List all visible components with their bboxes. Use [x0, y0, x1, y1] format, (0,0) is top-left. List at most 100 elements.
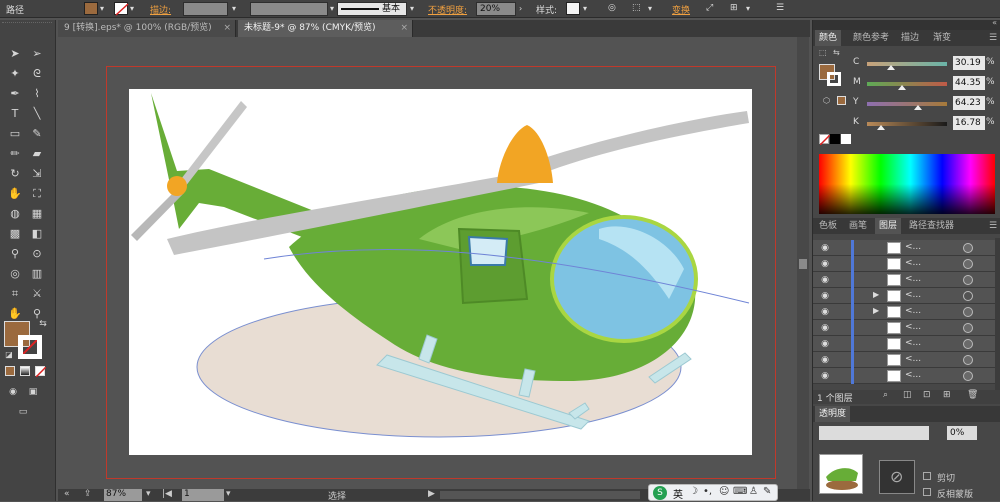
- layer-row[interactable]: ◉ <...: [813, 240, 995, 256]
- tab-color[interactable]: 颜色: [815, 30, 842, 46]
- invert-mask-checkbox[interactable]: [923, 488, 931, 496]
- chevron-down-icon[interactable]: ▾: [130, 3, 140, 15]
- layer-row[interactable]: ◉ <...: [813, 352, 995, 368]
- main-rotor-hub[interactable]: [497, 125, 553, 183]
- slice-tool-icon[interactable]: ⚔: [28, 286, 46, 302]
- tab-document-2[interactable]: 未标题-9* @ 87% (CMYK/预览) ×: [238, 20, 413, 37]
- layer-row[interactable]: ◉ <...: [813, 336, 995, 352]
- layers-scrollbar[interactable]: [995, 238, 1000, 390]
- slider-knob[interactable]: [876, 125, 885, 130]
- grip[interactable]: [2, 22, 52, 26]
- target-circle-icon[interactable]: [963, 371, 973, 381]
- panel-menu-icon[interactable]: ☰: [776, 3, 784, 13]
- align-icon[interactable]: ⬚: [632, 3, 641, 13]
- scale-tool-icon[interactable]: ⇲: [28, 166, 46, 182]
- curvature-icon[interactable]: ⌇: [28, 86, 46, 102]
- lasso-icon[interactable]: ᘓ: [28, 66, 46, 82]
- perspective-grid-icon[interactable]: ▦: [28, 206, 46, 222]
- visibility-eye-icon[interactable]: ◉: [819, 354, 831, 366]
- panel-menu-icon[interactable]: ☰: [985, 30, 1000, 46]
- ime-toolbar[interactable]: S 英 ☽ •, ☺ ⌨ ♙ ✎: [648, 484, 778, 501]
- target-circle-icon[interactable]: [963, 323, 973, 333]
- out-of-gamut-icon[interactable]: ⬡: [823, 96, 830, 105]
- layer-row[interactable]: ◉ <...: [813, 368, 995, 384]
- blend-mode-select[interactable]: [819, 426, 929, 440]
- expand-arrow-icon[interactable]: ▶: [873, 306, 879, 315]
- tail-rotor-blade[interactable]: [131, 189, 184, 241]
- tab-swatches[interactable]: 色板: [815, 218, 841, 234]
- blend-tool-icon[interactable]: ⊙: [28, 246, 46, 262]
- layer-name[interactable]: <...: [905, 354, 921, 364]
- target-circle-icon[interactable]: [963, 355, 973, 365]
- horizontal-scrollbar[interactable]: [440, 491, 640, 499]
- channel-value-field[interactable]: 16.78: [953, 116, 985, 130]
- layer-name[interactable]: <...: [905, 242, 921, 252]
- black-swatch[interactable]: [830, 134, 840, 144]
- stroke-color-box[interactable]: [18, 335, 42, 359]
- screen-mode-icon[interactable]: ▭: [14, 404, 32, 420]
- panel-menu-icon[interactable]: ☰: [985, 218, 1000, 234]
- slider-knob[interactable]: [887, 65, 895, 70]
- channel-slider-c[interactable]: C 30.19%: [853, 56, 1000, 72]
- tab-stroke[interactable]: 描边: [897, 30, 923, 46]
- wrench-icon[interactable]: ✎: [763, 486, 771, 497]
- draw-behind-icon[interactable]: ▣: [24, 384, 42, 400]
- column-graph-icon[interactable]: ▥: [28, 266, 46, 282]
- default-colors-icon[interactable]: ⬚: [819, 48, 827, 57]
- close-icon[interactable]: ×: [223, 20, 231, 37]
- pencil-icon[interactable]: ✏: [6, 146, 24, 162]
- channel-gradient-bar[interactable]: [867, 102, 947, 106]
- paintbrush-icon[interactable]: ✎: [28, 126, 46, 142]
- chevron-right-icon[interactable]: ▶: [428, 489, 435, 499]
- layer-name[interactable]: <...: [905, 258, 921, 268]
- isolate-icon[interactable]: ⤢: [706, 3, 713, 13]
- eyedropper-icon[interactable]: ⚲: [6, 246, 24, 262]
- layer-name[interactable]: <...: [905, 274, 921, 284]
- new-sublayer-icon[interactable]: ⊡: [923, 390, 931, 400]
- opacity-mask-box[interactable]: ⊘: [879, 460, 915, 494]
- stroke-weight-field[interactable]: [183, 2, 228, 16]
- page-field[interactable]: 1: [182, 489, 224, 501]
- clipping-mask-icon[interactable]: ◫: [903, 390, 912, 400]
- artboard[interactable]: [129, 89, 752, 455]
- artboard-tool-icon[interactable]: ⌗: [6, 286, 24, 302]
- clip-checkbox[interactable]: [923, 472, 931, 480]
- first-page-icon[interactable]: |◀: [162, 489, 172, 499]
- layer-name[interactable]: <...: [905, 338, 921, 348]
- new-layer-icon[interactable]: ⊞: [943, 390, 951, 400]
- arrange-icon[interactable]: ⊞: [730, 3, 738, 13]
- rotate-tool-icon[interactable]: ↻: [6, 166, 24, 182]
- fill-swatch[interactable]: [84, 2, 98, 15]
- chevron-down-icon[interactable]: ▾: [648, 3, 658, 15]
- moon-icon[interactable]: ☽: [689, 486, 698, 497]
- visibility-eye-icon[interactable]: ◉: [819, 370, 831, 382]
- channel-slider-m[interactable]: M 44.35%: [853, 76, 1000, 92]
- channel-gradient-bar[interactable]: [867, 82, 947, 86]
- warp-tool-icon[interactable]: ✋: [6, 186, 24, 202]
- magic-wand-icon[interactable]: ✦: [6, 66, 24, 82]
- chevron-down-icon[interactable]: ▾: [583, 3, 593, 15]
- channel-value-field[interactable]: 64.23: [953, 96, 985, 110]
- scroll-thumb[interactable]: [799, 259, 807, 269]
- target-circle-icon[interactable]: [963, 307, 973, 317]
- locate-object-icon[interactable]: ⌕: [883, 390, 888, 400]
- helicopter-illustration[interactable]: [129, 89, 752, 455]
- slider-knob[interactable]: [914, 105, 923, 110]
- vertical-scrollbar[interactable]: [797, 37, 809, 489]
- visibility-eye-icon[interactable]: ◉: [819, 338, 831, 350]
- rectangle-tool-icon[interactable]: ▭: [6, 126, 24, 142]
- channel-value-field[interactable]: 30.19: [953, 56, 985, 70]
- stroke-color-box[interactable]: [827, 72, 841, 86]
- chevron-down-icon[interactable]: ▾: [232, 3, 242, 15]
- opacity-field[interactable]: 20%: [476, 2, 516, 16]
- visibility-eye-icon[interactable]: ◉: [819, 258, 831, 270]
- layer-row[interactable]: ◉ <...: [813, 320, 995, 336]
- line-tool-icon[interactable]: ╲: [28, 106, 46, 122]
- close-icon[interactable]: ×: [400, 20, 408, 37]
- visibility-eye-icon[interactable]: ◉: [819, 306, 831, 318]
- none-mode-icon[interactable]: [35, 366, 46, 377]
- draw-mode-icon[interactable]: ◉: [4, 384, 22, 400]
- gamut-swatch[interactable]: [837, 96, 846, 105]
- stroke-swatch[interactable]: [114, 2, 129, 16]
- swap-colors-icon[interactable]: ⇆: [34, 316, 52, 332]
